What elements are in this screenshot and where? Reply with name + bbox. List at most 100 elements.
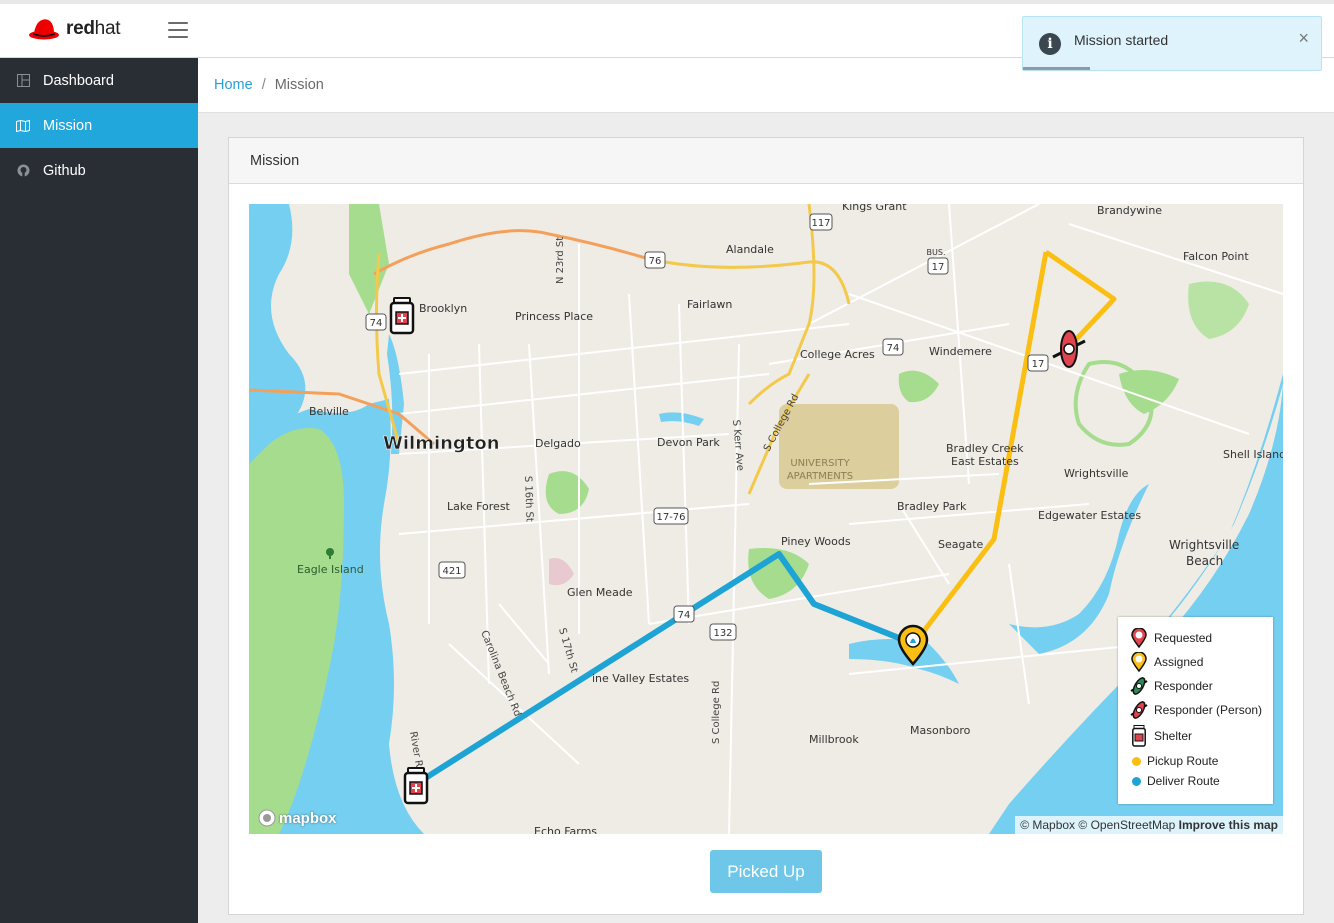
road-label: N 23rd St bbox=[555, 237, 566, 284]
route-shield-76: 76 bbox=[644, 251, 666, 269]
place-label: Wrightsville bbox=[1169, 538, 1239, 552]
legend-deliver-route: Deliver Route bbox=[1128, 774, 1220, 788]
place-label: College Acres bbox=[800, 348, 875, 361]
legend-label: Deliver Route bbox=[1147, 774, 1220, 788]
map-legend: Requested Assigned Responder Responder (… bbox=[1118, 617, 1273, 804]
svg-text:76: 76 bbox=[649, 256, 662, 267]
mission-card: Mission 117 76 BUS. 17 74 74 17 17-76 42… bbox=[228, 137, 1304, 915]
svg-text:132: 132 bbox=[713, 628, 732, 639]
legend-shelter: Shelter bbox=[1128, 725, 1192, 747]
road-label: S College Rd bbox=[711, 681, 722, 744]
legend-label: Requested bbox=[1154, 631, 1213, 645]
brand-name: redhat bbox=[66, 18, 121, 39]
route-shield-421: 421 bbox=[438, 561, 466, 579]
map-attribution: © Mapbox © OpenStreetMap Improve this ma… bbox=[1015, 816, 1283, 834]
sidebar-item-mission[interactable]: Mission bbox=[0, 103, 198, 148]
city-label: Wilmington bbox=[383, 433, 500, 454]
card-title: Mission bbox=[229, 138, 1303, 184]
sidebar-item-label: Dashboard bbox=[43, 72, 114, 89]
legend-responder: Responder bbox=[1128, 675, 1213, 697]
redhat-hat-icon bbox=[29, 19, 59, 40]
place-label: UNIVERSITY bbox=[790, 458, 850, 469]
place-label: Seagate bbox=[938, 538, 984, 551]
road-label: Carolina Beach Rd bbox=[478, 629, 523, 718]
shelter-marker[interactable] bbox=[403, 767, 429, 805]
legend-label: Pickup Route bbox=[1147, 754, 1219, 768]
route-shield-74-left: 74 bbox=[365, 313, 387, 331]
route-shield-117: 117 bbox=[809, 213, 833, 231]
svg-text:74: 74 bbox=[370, 318, 383, 329]
place-label: Shell Island bbox=[1223, 448, 1283, 461]
place-label: Glen Meade bbox=[567, 586, 633, 599]
attribution-mapbox-link[interactable]: © Mapbox bbox=[1020, 818, 1075, 832]
legend-label: Responder bbox=[1154, 679, 1213, 693]
road-label: S 16th St bbox=[522, 476, 535, 522]
responder-boat-icon bbox=[1128, 675, 1150, 697]
github-icon bbox=[16, 164, 30, 178]
toast-close-button[interactable]: × bbox=[1298, 29, 1309, 47]
place-label: Fairlawn bbox=[687, 298, 732, 311]
breadcrumb-home-link[interactable]: Home bbox=[214, 77, 253, 93]
route-shield-74-right: 74 bbox=[882, 338, 904, 356]
route-shield-74-mid: 74 bbox=[673, 605, 695, 623]
road-label: River R bbox=[407, 731, 424, 768]
place-label: Lake Forest bbox=[447, 500, 511, 513]
mapbox-logo[interactable]: mapbox bbox=[257, 808, 337, 828]
breadcrumb-separator: / bbox=[261, 77, 266, 93]
place-label: Devon Park bbox=[657, 436, 720, 449]
requested-pin-icon bbox=[1128, 627, 1150, 649]
mapbox-logo-text: mapbox bbox=[279, 809, 337, 827]
svg-text:421: 421 bbox=[442, 566, 461, 577]
route-shield-132: 132 bbox=[709, 623, 737, 641]
route-shield-17-76: 17-76 bbox=[653, 507, 689, 525]
place-label: Echo Farms bbox=[534, 825, 597, 834]
svg-text:17: 17 bbox=[1032, 359, 1045, 370]
dashboard-icon bbox=[16, 74, 30, 88]
picked-up-button[interactable]: Picked Up bbox=[710, 850, 822, 893]
breadcrumb-current: Mission bbox=[274, 77, 324, 93]
legend-pickup-route: Pickup Route bbox=[1128, 754, 1218, 768]
nav-toggle-button[interactable] bbox=[168, 22, 188, 40]
info-icon: i bbox=[1039, 33, 1061, 55]
shelter-icon bbox=[1128, 725, 1150, 747]
svg-text:74: 74 bbox=[678, 610, 691, 621]
place-label: Bradley Creek bbox=[946, 442, 1024, 455]
toast-message: Mission started bbox=[1074, 32, 1169, 48]
place-label: ine Valley Estates bbox=[592, 672, 689, 685]
responder-person-boat-icon bbox=[1128, 699, 1150, 721]
map-icon bbox=[16, 119, 30, 133]
road-label: S 17th St bbox=[556, 627, 579, 674]
redhat-logo[interactable]: redhat bbox=[28, 16, 120, 42]
sidebar: Dashboard Mission Github bbox=[0, 58, 198, 923]
legend-label: Responder (Person) bbox=[1154, 703, 1263, 717]
sidebar-item-label: Github bbox=[43, 162, 86, 179]
mission-map[interactable]: 117 76 BUS. 17 74 74 17 17-76 421 74 132… bbox=[249, 204, 1283, 834]
route-shield-bus17: 17 bbox=[927, 257, 949, 275]
sidebar-item-github[interactable]: Github bbox=[0, 148, 198, 193]
legend-requested: Requested bbox=[1128, 627, 1212, 649]
place-label: Alandale bbox=[726, 243, 774, 256]
deliver-route-dot bbox=[1132, 776, 1141, 786]
sidebar-item-dashboard[interactable]: Dashboard bbox=[0, 58, 198, 103]
place-label: Delgado bbox=[535, 437, 581, 450]
road-label: S Kerr Ave bbox=[730, 419, 745, 471]
place-label: Falcon Point bbox=[1183, 250, 1249, 263]
place-label: APARTMENTS bbox=[787, 471, 853, 482]
legend-label: Shelter bbox=[1154, 729, 1193, 743]
place-label: Belville bbox=[309, 405, 349, 418]
place-label: Brandywine bbox=[1097, 204, 1162, 217]
attribution-osm-link[interactable]: © OpenStreetMap bbox=[1078, 818, 1175, 832]
bus-label: BUS. bbox=[927, 248, 946, 257]
toast-progress-bar bbox=[1023, 67, 1090, 70]
place-label: Eagle Island bbox=[297, 563, 364, 576]
place-label: Wrightsville bbox=[1064, 467, 1129, 480]
shelter-marker[interactable] bbox=[389, 297, 415, 335]
svg-text:117: 117 bbox=[811, 218, 830, 229]
place-label: Millbrook bbox=[809, 733, 859, 746]
legend-responder-person: Responder (Person) bbox=[1128, 699, 1262, 721]
improve-map-link[interactable]: Improve this map bbox=[1179, 818, 1278, 832]
svg-text:17-76: 17-76 bbox=[656, 512, 685, 523]
svg-text:17: 17 bbox=[932, 262, 945, 273]
place-label: East Estates bbox=[951, 455, 1019, 468]
place-label: Princess Place bbox=[515, 310, 593, 323]
